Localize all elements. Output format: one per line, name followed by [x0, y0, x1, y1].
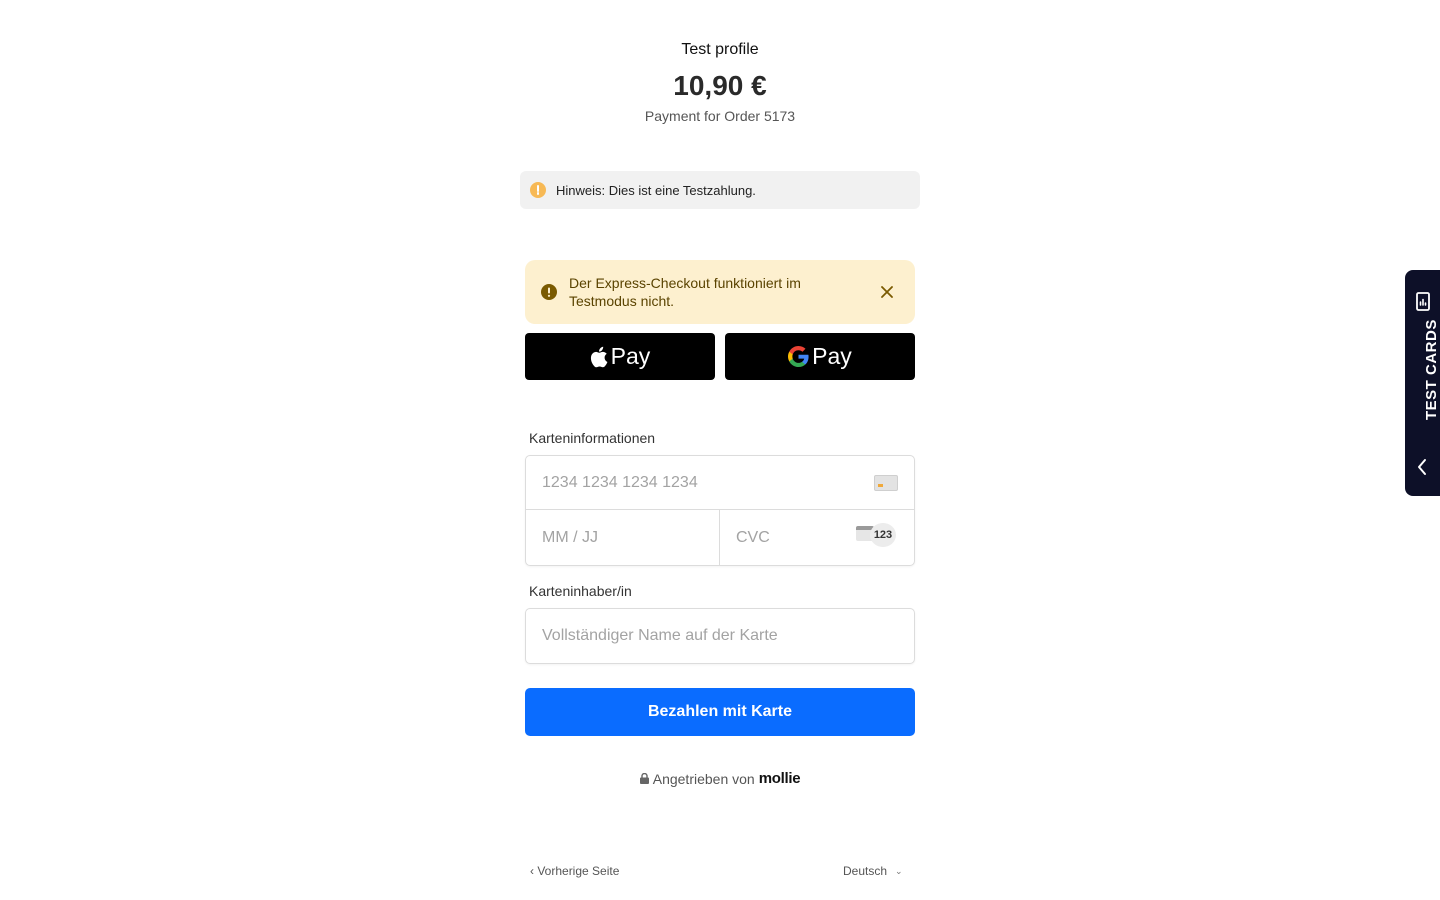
- express-checkout-warning: Der Express-Checkout funktioniert im Tes…: [525, 260, 915, 324]
- receipt-icon: [1416, 292, 1430, 311]
- chevron-left-icon: [1418, 459, 1426, 475]
- apple-logo-icon: [590, 346, 608, 367]
- cvc-field[interactable]: CVC 123: [720, 510, 914, 565]
- cvc-badge: 123: [870, 523, 896, 547]
- payment-description: Payment for Order 5173: [644, 108, 796, 124]
- card-fields: 1234 1234 1234 1234 MM / JJ CVC 123: [525, 455, 915, 566]
- test-cards-panel-toggle[interactable]: TEST CARDS: [1405, 270, 1440, 496]
- powered-by-text: Angetrieben von: [652, 770, 755, 787]
- expiry-field[interactable]: MM / JJ: [526, 510, 720, 565]
- google-logo-icon: [788, 346, 809, 367]
- apple-pay-button[interactable]: Pay: [525, 333, 715, 380]
- warning-text: Der Express-Checkout funktioniert im Tes…: [569, 275, 801, 309]
- test-payment-notice: Hinweis: Dies ist eine Testzahlung.: [520, 171, 920, 209]
- lock-icon: [639, 773, 649, 784]
- alert-circle-icon: [541, 284, 557, 300]
- close-icon[interactable]: [879, 284, 895, 300]
- previous-page-link[interactable]: ‹ Vorherige Seite: [530, 864, 619, 878]
- test-cards-label: TEST CARDS: [1423, 319, 1440, 420]
- card-info-label: Karteninformationen: [529, 430, 656, 446]
- card-number-field[interactable]: 1234 1234 1234 1234: [526, 456, 914, 510]
- cvc-placeholder: CVC: [736, 529, 770, 546]
- payment-amount: 10,90 €: [673, 70, 767, 101]
- chevron-down-icon: ⌄: [895, 865, 903, 876]
- cvc-hint-icon: 123: [856, 522, 898, 548]
- expiry-placeholder: MM / JJ: [542, 529, 598, 546]
- powered-by: Angetrieben von mollie: [0, 770, 1440, 787]
- card-holder-field[interactable]: Vollständiger Name auf der Karte: [525, 608, 915, 664]
- card-holder-label: Karteninhaber/in: [529, 583, 632, 599]
- language-select[interactable]: Deutsch ⌄: [843, 864, 903, 878]
- mollie-logo[interactable]: mollie: [759, 770, 801, 787]
- card-holder-placeholder: Vollständiger Name auf der Karte: [542, 627, 778, 644]
- card-number-placeholder: 1234 1234 1234 1234: [542, 474, 698, 491]
- notice-text: Hinweis: Dies ist eine Testzahlung.: [556, 182, 756, 198]
- pay-with-card-button[interactable]: Bezahlen mit Karte: [525, 688, 915, 736]
- google-pay-button[interactable]: Pay: [725, 333, 915, 380]
- apple-pay-label: Pay: [610, 343, 651, 369]
- language-label: Deutsch: [843, 864, 888, 878]
- google-pay-label: Pay: [812, 343, 852, 369]
- credit-card-icon: [874, 475, 898, 491]
- info-icon: [530, 182, 546, 198]
- merchant-name: Test profile: [681, 41, 759, 58]
